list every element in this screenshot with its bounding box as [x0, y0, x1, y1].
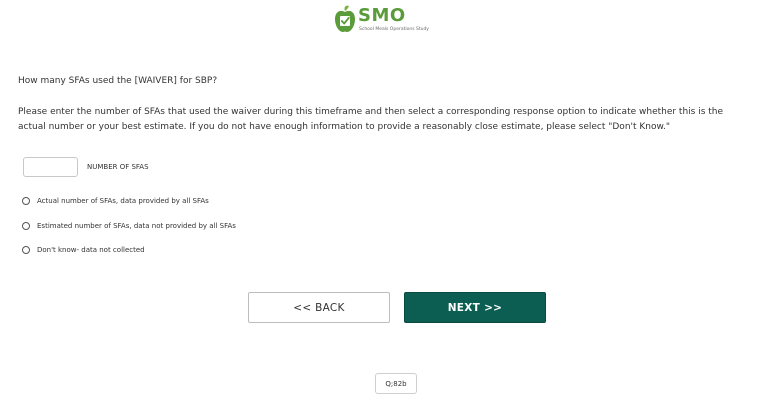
radio-button[interactable] — [22, 246, 30, 254]
radio-button[interactable] — [22, 222, 30, 230]
question-id-badge: Q;82b — [375, 373, 417, 394]
logo-text: SMO — [358, 5, 406, 26]
back-button[interactable]: << BACK — [248, 292, 390, 323]
option-actual-number[interactable]: Actual number of SFAs, data provided by … — [22, 195, 209, 207]
option-label: Actual number of SFAs, data provided by … — [37, 197, 209, 205]
option-dont-know[interactable]: Don't know- data not collected — [22, 244, 145, 256]
question-text: How many SFAs used the [WAIVER] for SBP? — [18, 76, 218, 86]
apple-checkbox-icon — [335, 5, 355, 32]
logo-tagline: School Meals Operations Study — [359, 27, 429, 32]
option-estimated-number[interactable]: Estimated number of SFAs, data not provi… — [22, 220, 236, 232]
number-of-sfas-input[interactable] — [23, 157, 78, 177]
radio-button[interactable] — [22, 197, 30, 205]
question-instructions: Please enter the number of SFAs that use… — [18, 107, 724, 132]
option-label: Estimated number of SFAs, data not provi… — [37, 222, 236, 230]
smo-logo: SMO School Meals Operations Study — [334, 3, 444, 35]
number-of-sfas-label: NUMBER OF SFAS — [87, 163, 149, 171]
option-label: Don't know- data not collected — [37, 246, 145, 254]
next-button[interactable]: NEXT >> — [404, 292, 546, 323]
